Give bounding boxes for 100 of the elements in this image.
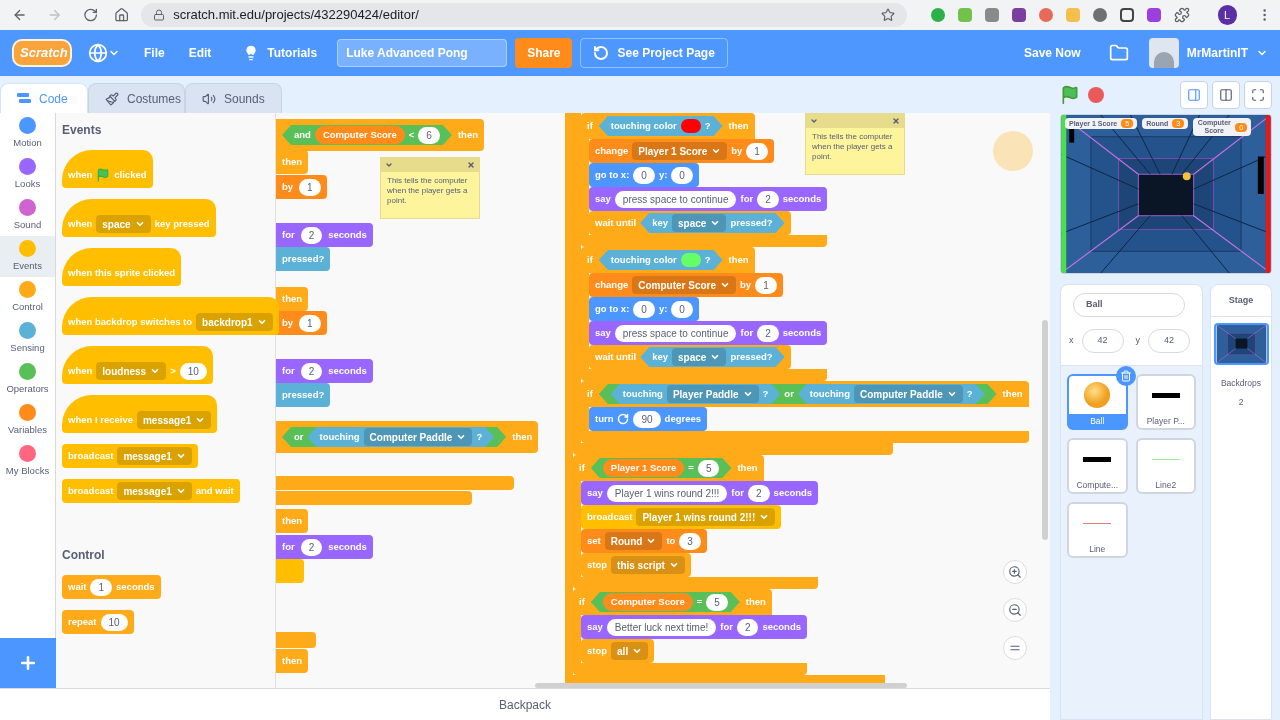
if-block[interactable]: if Computer Score = 5 then [573, 589, 772, 615]
sprite-tile[interactable]: Player P... [1135, 374, 1196, 430]
value-input[interactable]: 10 [100, 613, 128, 631]
boolean-block[interactable]: and Computer Score < 6 [282, 125, 452, 145]
category-item[interactable]: Variables [0, 400, 55, 441]
value-input[interactable]: 0 [671, 166, 693, 184]
backdrop-thumbnail[interactable] [1213, 323, 1269, 365]
code-block[interactable]: or touching Computer Paddle ? then [276, 421, 539, 453]
comment-note[interactable]: This tells the computer when the player gets a point. [805, 113, 905, 175]
code-block[interactable]: and Computer Score < 6 then [276, 119, 484, 151]
collapse-icon[interactable] [385, 161, 393, 169]
extension-icon[interactable] [1146, 8, 1161, 22]
code-block[interactable]: by 1 [276, 311, 327, 335]
boolean-block[interactable]: touching Computer Paddle ? [797, 384, 985, 404]
forward-icon[interactable] [47, 7, 63, 23]
value-input[interactable]: 5 [697, 459, 720, 477]
close-icon[interactable] [467, 161, 475, 169]
puzzle-icon[interactable] [1173, 7, 1190, 23]
if-block[interactable]: if Player 1 Score = 5 then [573, 455, 764, 481]
dropdown-menu[interactable]: space [672, 214, 727, 232]
value-input[interactable]: 2 [300, 226, 323, 244]
comment-note[interactable]: This tells the computer when the player gets a point. [380, 157, 480, 219]
sprite-tile[interactable]: Compute... [1067, 438, 1128, 494]
code-block[interactable]: say Better luck next time! for 2 seconds [581, 615, 807, 639]
boolean-block[interactable]: Player 1 Score = 5 [590, 458, 732, 478]
profile-avatar[interactable]: L [1217, 5, 1237, 25]
category-item[interactable]: Motion [0, 113, 55, 154]
value-input[interactable]: 1 [299, 178, 321, 196]
value-input[interactable]: press space to continue [614, 324, 737, 342]
value-input[interactable]: 2 [757, 190, 779, 208]
category-item[interactable]: My Blocks [0, 441, 55, 482]
back-icon[interactable] [12, 7, 28, 23]
value-input[interactable]: 1 [299, 314, 321, 332]
code-block[interactable]: say Player 1 wins round 2!!! for 2 seconds [581, 481, 819, 505]
category-item[interactable]: Sensing [0, 318, 55, 359]
value-input[interactable]: 90 [633, 410, 661, 428]
value-input[interactable]: 1 [746, 142, 768, 160]
code-block[interactable]: wait 1 seconds [62, 575, 161, 599]
zoom-out-button[interactable] [1003, 598, 1027, 622]
folder-icon[interactable] [1108, 43, 1129, 63]
dropdown-menu[interactable]: Player 1 Score [632, 142, 728, 160]
value-input[interactable]: 1 [755, 276, 777, 294]
category-item[interactable]: Sound [0, 195, 55, 236]
if-block[interactable]: if touching Player Paddle ? or touching Computer Paddle ? then [581, 381, 1029, 407]
value-input[interactable]: 0 [633, 166, 655, 184]
code-block[interactable]: for 2 seconds [276, 535, 373, 559]
code-block[interactable]: say press space to continue for 2 seconds [589, 187, 828, 211]
code-block[interactable]: change Player 1 Score by 1 [589, 139, 774, 163]
code-block[interactable]: go to x: 0 y: 0 [589, 163, 699, 187]
vertical-scrollbar[interactable] [1042, 320, 1048, 540]
reset-zoom-button[interactable] [1003, 636, 1027, 660]
flag-icon[interactable] [1060, 84, 1080, 105]
extension-icon[interactable] [1092, 8, 1107, 22]
dropdown-menu[interactable]: Computer Paddle [363, 428, 473, 446]
bookmark-icon[interactable] [880, 8, 895, 22]
sprite-tile[interactable]: Line [1067, 502, 1128, 558]
boolean-block[interactable]: key space pressed? [640, 213, 785, 233]
category-item[interactable]: Operators [0, 359, 55, 400]
value-input[interactable]: press space to continue [614, 190, 737, 208]
color-swatch[interactable] [680, 119, 701, 133]
backpack-label[interactable]: Backpack [499, 695, 551, 714]
category-item[interactable]: Control [0, 277, 55, 318]
boolean-block[interactable]: touching Player Paddle ? or touching Computer Paddle ? [598, 384, 997, 404]
code-block[interactable]: wait until key space pressed? [589, 211, 791, 235]
category-item[interactable]: Events [0, 236, 55, 277]
code-block[interactable]: repeat 10 [62, 610, 134, 634]
dropdown-menu[interactable]: Player Paddle [666, 385, 759, 403]
dropdown-menu[interactable]: Computer Score [632, 276, 737, 294]
value-input[interactable]: 10 [179, 362, 207, 380]
boolean-block[interactable]: or touching Computer Paddle ? [282, 427, 507, 447]
code-block[interactable]: change Computer Score by 1 [589, 273, 783, 297]
boolean-block[interactable]: touching Computer Paddle ? [307, 427, 495, 447]
code-block[interactable]: by 1 [276, 175, 327, 199]
code-block[interactable]: turn 90 degrees [589, 407, 708, 431]
value-input[interactable]: 2 [757, 324, 779, 342]
value-input[interactable]: 5 [706, 593, 728, 611]
value-input[interactable]: Better luck next time! [606, 618, 717, 636]
address-bar[interactable]: scratch.mit.edu/projects/432290424/editor/ [141, 3, 907, 27]
code-block[interactable]: for 2 seconds [276, 359, 373, 383]
category-item[interactable]: Looks [0, 154, 55, 195]
close-icon[interactable] [892, 117, 900, 125]
small-stage-button[interactable] [1180, 80, 1208, 109]
value-input[interactable]: 2 [736, 618, 759, 636]
fullscreen-button[interactable] [1244, 80, 1272, 109]
value-input[interactable]: Player 1 wins round 2!!! [606, 484, 728, 502]
editor-tab[interactable]: Sounds [185, 83, 282, 113]
extension-icon[interactable] [1011, 8, 1026, 22]
sprite-tile[interactable]: Line2 [1135, 438, 1196, 494]
zoom-in-button[interactable] [1003, 560, 1027, 584]
color-swatch[interactable] [680, 253, 701, 267]
value-input[interactable]: 2 [300, 362, 323, 380]
value-input[interactable]: 1 [90, 578, 113, 596]
large-stage-button[interactable] [1212, 80, 1240, 109]
delete-button[interactable] [1115, 366, 1136, 386]
code-block[interactable]: wait until key space pressed? [589, 345, 791, 369]
extension-icon[interactable] [1119, 8, 1134, 22]
dropdown-menu[interactable]: Round [604, 532, 663, 550]
hat-block[interactable]: when loudness > 10 [62, 346, 213, 384]
reload-icon[interactable] [82, 7, 98, 23]
value-input[interactable]: 2 [300, 538, 323, 556]
